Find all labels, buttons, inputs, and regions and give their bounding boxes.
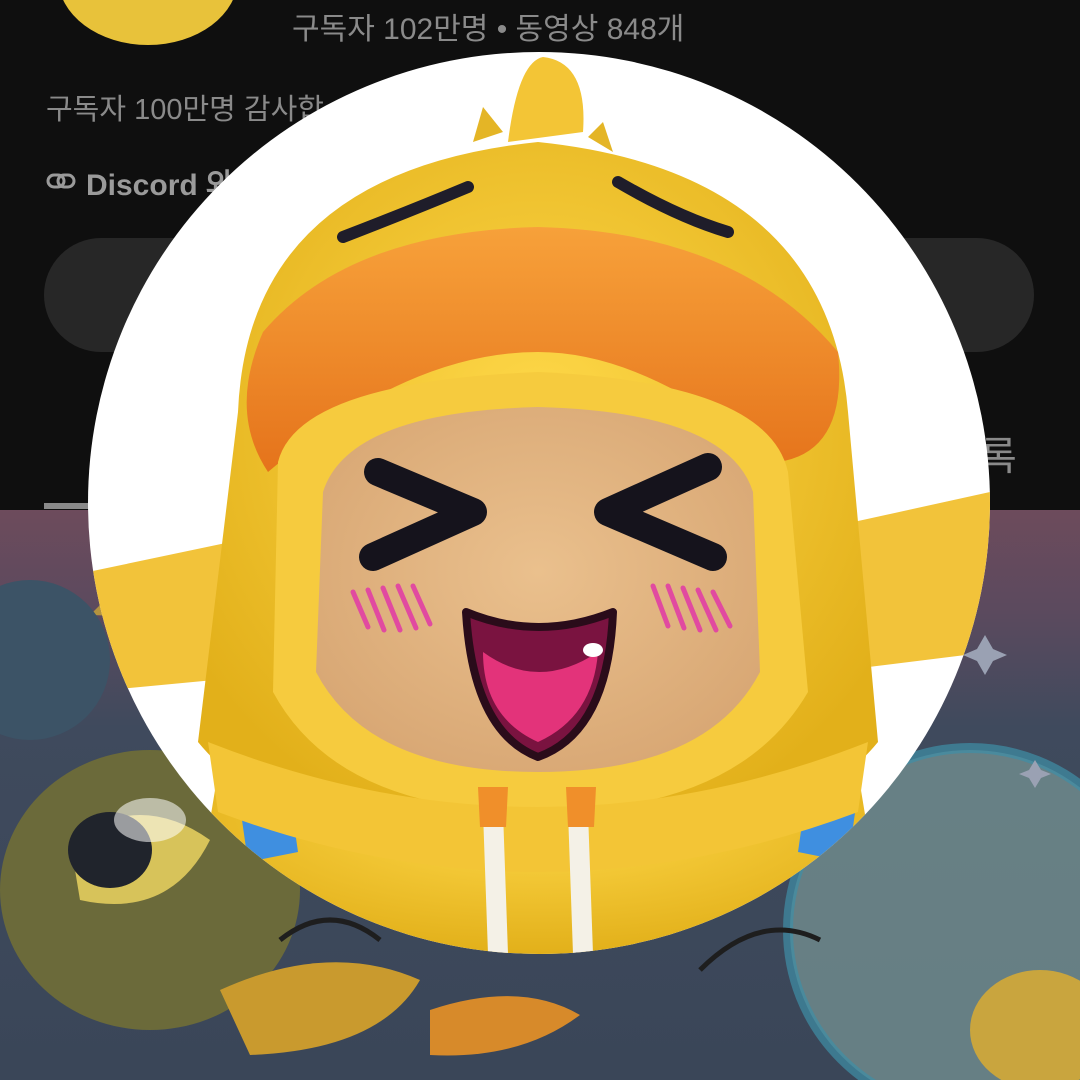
link-icon <box>46 165 76 199</box>
channel-meta: 구독자 102만명 • 동영상 848개 <box>292 13 685 46</box>
avatar-fullscreen-preview <box>88 52 990 954</box>
channel-description[interactable]: 구독자 100만명 감사합 <box>46 86 324 128</box>
channel-avatar-small[interactable] <box>58 0 238 45</box>
duck-hood-avatar-icon <box>88 52 990 954</box>
